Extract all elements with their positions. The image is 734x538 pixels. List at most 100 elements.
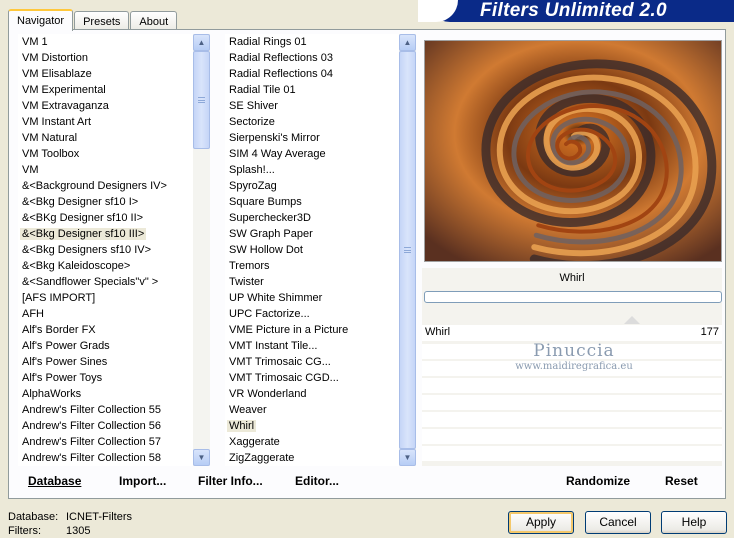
list-item[interactable]: VM Distortion <box>18 50 194 66</box>
list-item[interactable]: UPC Factorize... <box>225 306 400 322</box>
database-status-value: ICNET-Filters <box>66 511 132 523</box>
list-item[interactable]: &<Background Designers IV> <box>18 178 194 194</box>
tab-navigator[interactable]: Navigator <box>8 9 74 31</box>
filter-preview-image <box>424 40 722 262</box>
list-item[interactable]: Tremors <box>225 258 400 274</box>
list-item[interactable]: Alf's Border FX <box>18 322 194 338</box>
scroll-down-icon[interactable]: ▼ <box>399 449 416 466</box>
list-item[interactable]: AlphaWorks <box>18 386 194 402</box>
list-item[interactable]: Sierpenski's Mirror <box>225 130 400 146</box>
scroll-up-icon[interactable]: ▲ <box>399 34 416 51</box>
list-item[interactable]: SE Shiver <box>225 98 400 114</box>
filter-info-link[interactable]: Filter Info... <box>198 474 263 488</box>
list-item[interactable]: VR Wonderland <box>225 386 400 402</box>
list-item[interactable]: AFH <box>18 306 194 322</box>
list-item[interactable]: Radial Rings 01 <box>225 34 400 50</box>
list-item[interactable]: &<BKg Designer sf10 II> <box>18 210 194 226</box>
list-item[interactable]: VM Natural <box>18 130 194 146</box>
cancel-button[interactable]: Cancel <box>585 511 651 534</box>
watermark-name: Pinuccia <box>533 341 615 361</box>
list-item[interactable]: Radial Reflections 04 <box>225 66 400 82</box>
database-link[interactable]: Database <box>28 474 81 488</box>
filters-count-label: Filters: <box>8 525 41 537</box>
list-item[interactable]: VM <box>18 162 194 178</box>
list-item[interactable]: SpyroZag <box>225 178 400 194</box>
list-item[interactable]: Sectorize <box>225 114 400 130</box>
filters-count-value: 1305 <box>66 525 91 537</box>
list-item[interactable]: Alf's Power Grads <box>18 338 194 354</box>
empty-slider-row[interactable] <box>422 412 722 427</box>
randomize-button[interactable]: Randomize <box>566 474 630 488</box>
whirl-preview <box>425 41 721 261</box>
list-item[interactable]: VM Experimental <box>18 82 194 98</box>
reset-button[interactable]: Reset <box>665 474 698 488</box>
list-item[interactable]: VMT Trimosaic CGD... <box>225 370 400 386</box>
list-item[interactable]: Andrew's Filter Collection 58 <box>18 450 194 466</box>
list-item[interactable]: Weaver <box>225 402 400 418</box>
list-item[interactable]: VME Picture in a Picture <box>225 322 400 338</box>
scroll-thumb[interactable] <box>193 51 210 149</box>
list-item[interactable]: Andrew's Filter Collection 57 <box>18 434 194 450</box>
database-status-label: Database: <box>8 511 59 523</box>
empty-slider-row[interactable] <box>422 429 722 444</box>
list-item[interactable]: Alf's Power Sines <box>18 354 194 370</box>
import-link[interactable]: Import... <box>119 474 166 488</box>
list-item[interactable]: &<Bkg Designer sf10 I> <box>18 194 194 210</box>
list-item[interactable]: Superchecker3D <box>225 210 400 226</box>
list-item[interactable]: VM 1 <box>18 34 194 50</box>
watermark: Pinuccia www.maidiregrafica.eu <box>484 341 664 373</box>
empty-slider-row[interactable] <box>422 446 722 461</box>
filter-scrollbar[interactable]: ▲ ▼ <box>399 34 416 466</box>
status-info: Database: ICNET-Filters Filters: 1305 <box>8 510 132 538</box>
list-item[interactable]: Square Bumps <box>225 194 400 210</box>
editor-link[interactable]: Editor... <box>295 474 339 488</box>
tab-bar: Navigator Presets About <box>8 8 178 31</box>
slider-marker-icon <box>624 316 640 324</box>
list-item[interactable]: Radial Reflections 03 <box>225 50 400 66</box>
list-item[interactable]: Radial Tile 01 <box>225 82 400 98</box>
brand-title: Filters Unlimited 2.0 <box>480 0 667 21</box>
filter-name-label: Whirl <box>559 272 585 284</box>
watermark-url: www.maidiregrafica.eu <box>515 361 633 372</box>
slider-label: Whirl <box>425 326 451 338</box>
list-item[interactable]: Andrew's Filter Collection 55 <box>18 402 194 418</box>
filter-list[interactable]: Radial Rings 01 Radial Reflections 03 Radi… <box>225 34 400 466</box>
list-item[interactable]: Alf's Power Toys <box>18 370 194 386</box>
list-item[interactable]: Xaggerate <box>225 434 400 450</box>
list-item[interactable]: &<Bkg Kaleidoscope> <box>18 258 194 274</box>
list-item[interactable]: VM Instant Art <box>18 114 194 130</box>
list-item[interactable]: Andrew's Filter Collection 56 <box>18 418 194 434</box>
tab-about[interactable]: About <box>130 11 178 30</box>
scroll-down-icon[interactable]: ▼ <box>193 449 210 466</box>
scroll-up-icon[interactable]: ▲ <box>193 34 210 51</box>
category-scrollbar[interactable]: ▲ ▼ <box>193 34 210 466</box>
whirl-slider[interactable]: Whirl 177 <box>422 316 722 341</box>
list-item[interactable]: VMT Trimosaic CG... <box>225 354 400 370</box>
list-item[interactable]: UP White Shimmer <box>225 290 400 306</box>
empty-slider-row[interactable] <box>422 395 722 410</box>
list-item[interactable]: &<Bkg Designers sf10 IV> <box>18 242 194 258</box>
brand-banner: Filters Unlimited 2.0 <box>418 0 734 22</box>
list-item[interactable]: VM Toolbox <box>18 146 194 162</box>
list-item[interactable]: &<Sandflower Specials"v" > <box>18 274 194 290</box>
parameter-progress-bar <box>424 291 722 303</box>
list-item[interactable]: Splash!... <box>225 162 400 178</box>
list-item[interactable]: Whirl <box>225 418 400 434</box>
list-item[interactable]: &<Bkg Designer sf10 III> <box>18 226 194 242</box>
list-item[interactable]: VM Extravaganza <box>18 98 194 114</box>
scroll-thumb[interactable] <box>399 51 416 449</box>
slider-value: 177 <box>700 326 719 338</box>
apply-button[interactable]: Apply <box>508 511 574 534</box>
list-item[interactable]: Twister <box>225 274 400 290</box>
list-item[interactable]: [AFS IMPORT] <box>18 290 194 306</box>
list-item[interactable]: SW Hollow Dot <box>225 242 400 258</box>
category-list[interactable]: VM 1 VM Distortion VM Elisablaze VM Experim… <box>18 34 194 466</box>
empty-slider-row[interactable] <box>422 378 722 393</box>
list-item[interactable]: VM Elisablaze <box>18 66 194 82</box>
list-item[interactable]: SIM 4 Way Average <box>225 146 400 162</box>
list-item[interactable]: ZigZaggerate <box>225 450 400 466</box>
tab-presets[interactable]: Presets <box>74 11 130 30</box>
list-item[interactable]: SW Graph Paper <box>225 226 400 242</box>
list-item[interactable]: VMT Instant Tile... <box>225 338 400 354</box>
help-button[interactable]: Help <box>661 511 727 534</box>
